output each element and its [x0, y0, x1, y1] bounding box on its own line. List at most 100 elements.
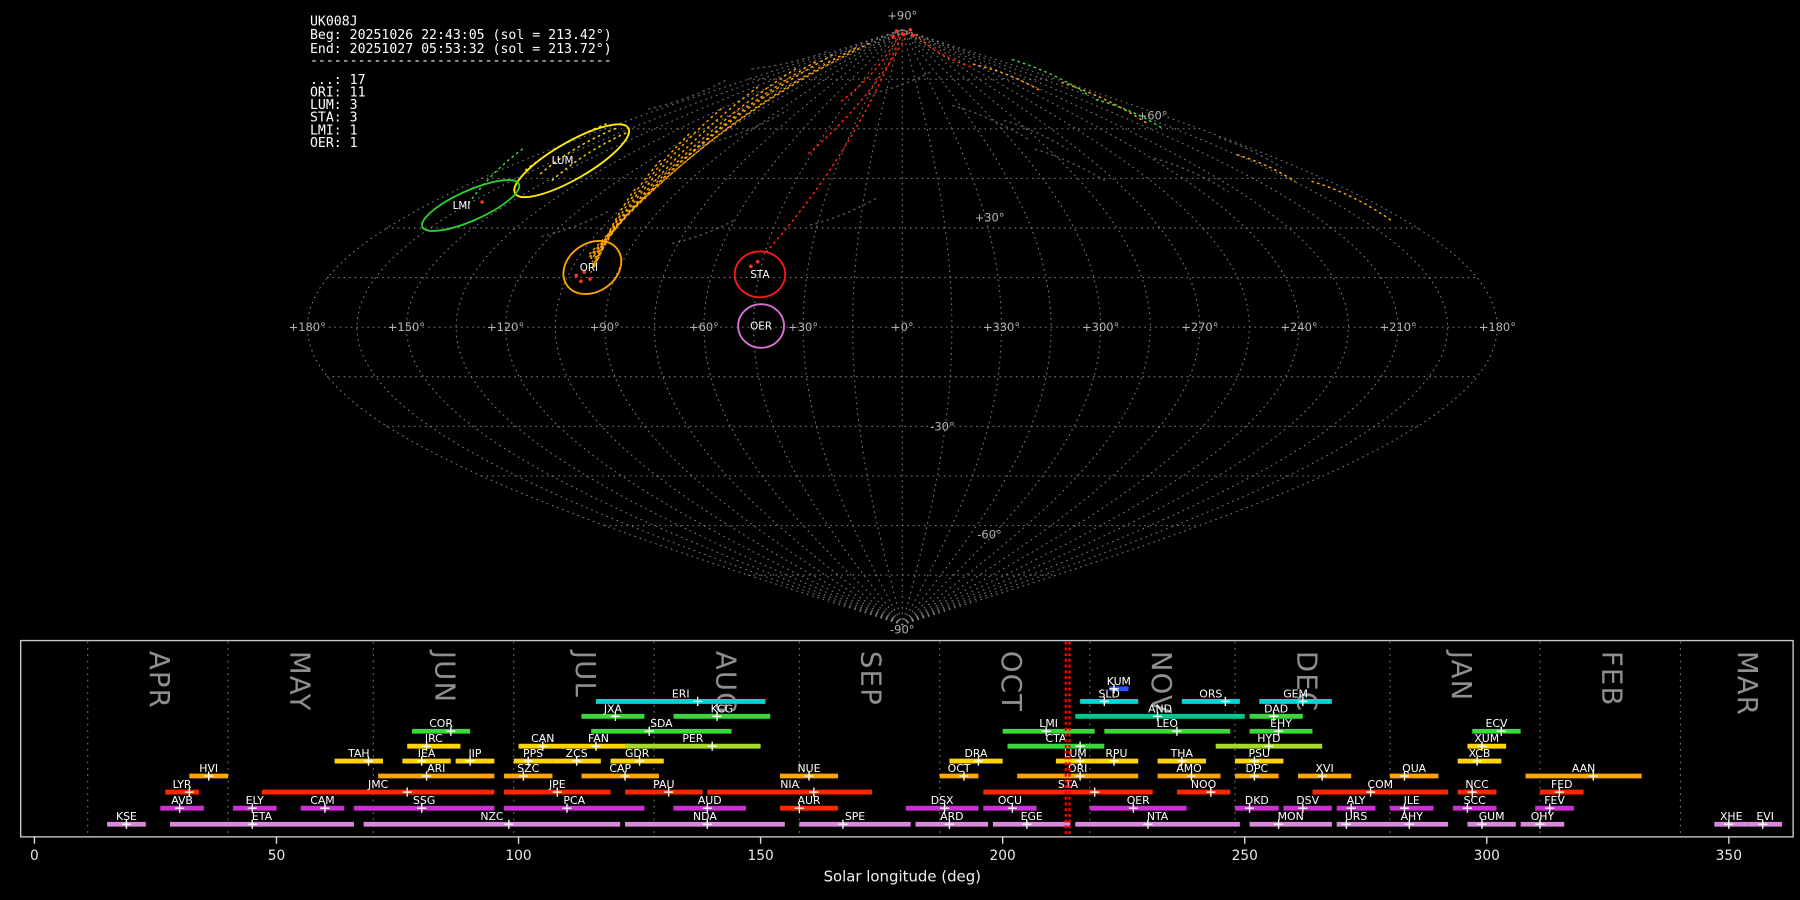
shower-label-dkd: DKD: [1245, 794, 1269, 807]
meteor-point: [755, 259, 760, 264]
shower-label-ecv: ECV: [1485, 717, 1507, 730]
x-axis-tick-label: 350: [1716, 848, 1742, 864]
radiant-label-lmi: LMI: [453, 200, 471, 212]
shower-label-and: AND: [1148, 702, 1172, 715]
shower-label-ocu: OCU: [998, 794, 1022, 807]
meteor-trail: [764, 31, 904, 254]
grid-latitude-label: +30°: [975, 211, 1005, 225]
meteor-trail: [1061, 81, 1149, 125]
shower-label-nta: NTA: [1147, 810, 1169, 823]
month-label-may: MAY: [283, 651, 315, 712]
meteor-point: [579, 279, 583, 284]
radiant-label-lum: LUM: [552, 155, 574, 167]
grid-latitude-label: -30°: [930, 419, 954, 433]
shower-label-dad: DAD: [1264, 702, 1288, 715]
grid-longitude-label: +120°: [487, 320, 524, 334]
x-axis-title: Solar longitude (deg): [824, 868, 981, 886]
shower-label-xcb: XCB: [1469, 747, 1491, 760]
shower-label-lum: LUM: [1064, 747, 1087, 760]
meteor-point: [588, 277, 592, 281]
shower-label-dsx: DSX: [931, 794, 954, 807]
meteor-point: [901, 32, 906, 37]
shower-label-leo: LEO: [1156, 717, 1178, 730]
meteor-trail: [671, 218, 737, 245]
shower-label-dsv: DSV: [1296, 794, 1319, 807]
meteor-trail: [1003, 119, 1069, 150]
shower-label-gdr: GDR: [625, 747, 650, 760]
grid-longitude-label: +240°: [1280, 320, 1317, 334]
shower-label-fed: FED: [1551, 778, 1573, 791]
shower-count-list: ...: 17ORI: 11LUM: 3STA: 3LMI: 1OER: 1: [310, 73, 366, 151]
radiant-label-oer: OER: [750, 320, 772, 332]
shower-label-amo: AMO: [1176, 762, 1201, 775]
shower-label-dra: DRA: [965, 747, 989, 760]
shower-label-ncc: NCC: [1465, 778, 1489, 791]
meteor-trail: [806, 32, 909, 156]
meteor-trail: [588, 42, 870, 256]
shower-label-nia: NIA: [780, 778, 799, 791]
radiant-label-sta: STA: [750, 269, 769, 281]
grid-latitude-label: -90°: [890, 623, 914, 637]
shower-label-ari: ARI: [427, 762, 445, 775]
grid-longitude-label: +180°: [1479, 320, 1516, 334]
activity-timeline: APR MAY JUN JUL AUG SEP OCT NOV DEC JAN FEB MARKUME…: [19, 639, 1794, 864]
header-info: UK008J Beg: 20251026 22:43:05 (sol = 213…: [310, 14, 612, 151]
shower-label-szc: SZC: [517, 762, 539, 775]
shower-label-aly: ALY: [1347, 794, 1366, 807]
meteor-trail: [868, 70, 933, 95]
sky-map: +180° +150° +120° +90° +60° +30° +0° +330° +300°…: [289, 9, 1516, 637]
grid-longitude-label: +330°: [983, 320, 1020, 334]
shower-label-aur: AUR: [798, 794, 821, 807]
shower-label-ely: ELY: [246, 794, 265, 807]
shower-label-psu: PSU: [1249, 747, 1270, 760]
shower-label-eri: ERI: [672, 687, 690, 700]
meteor-point: [908, 28, 913, 32]
month-label-apr: APR: [143, 651, 175, 709]
shower-label-oct: OCT: [948, 762, 971, 775]
shower-label-ege: EGE: [1021, 810, 1043, 823]
grid-latitude-label: +90°: [887, 9, 917, 23]
meteor-point: [480, 200, 484, 204]
shower-label-per: PER: [682, 732, 703, 745]
grid-longitude-label: +30°: [788, 320, 818, 334]
shower-label-noo: NOO: [1191, 778, 1216, 791]
shower-label-iea: IEA: [418, 747, 436, 760]
month-label-oct: OCT: [995, 651, 1027, 712]
meteor-trail: [914, 33, 971, 68]
meteor-point: [910, 33, 915, 38]
shower-label-dpc: DPC: [1246, 762, 1269, 775]
count-oer: OER: 1: [310, 136, 358, 151]
shower-label-ile: ILE: [1404, 794, 1420, 807]
shower-label-xum: XUM: [1474, 732, 1499, 745]
shower-label-ori: ORI: [1068, 762, 1087, 775]
shower-label-tah: TAH: [347, 747, 369, 760]
meteor-trail: [1311, 180, 1393, 222]
shower-label-gem: GEM: [1283, 687, 1308, 700]
meteor-point: [894, 29, 899, 33]
session-begin: Beg: 20251026 22:43:05 (sol = 213.42°): [310, 28, 612, 43]
shower-label-nzc: NZC: [480, 810, 504, 823]
shower-label-ors: ORS: [1199, 687, 1222, 700]
grid-longitude-label: +0°: [891, 320, 914, 334]
shower-label-kum: KUM: [1107, 675, 1131, 688]
shower-label-urs: URS: [1345, 810, 1368, 823]
shower-label-cor: COR: [429, 717, 453, 730]
meteor-trail: [589, 54, 834, 258]
shower-label-nda: NDA: [693, 810, 717, 823]
shower-label-evi: EVI: [1756, 810, 1774, 823]
month-label-jan: JAN: [1445, 649, 1477, 702]
shower-label-sda: SDA: [650, 717, 673, 730]
shower-label-xvi: XVI: [1316, 762, 1334, 775]
shower-label-aan: AAN: [1572, 762, 1595, 775]
shower-label-ssg: SSG: [413, 794, 435, 807]
shower-label-rpu: RPU: [1105, 747, 1127, 760]
x-axis-tick-label: 100: [505, 848, 531, 864]
shower-label-ehy: EHY: [1270, 717, 1292, 730]
meteor-trail: [1154, 157, 1230, 193]
x-axis-tick-label: 300: [1474, 848, 1500, 864]
meteor-trail: [541, 209, 612, 238]
x-axis-tick-label: 50: [268, 848, 286, 864]
shower-label-qua: QUA: [1402, 762, 1427, 775]
radiant-label-ori: ORI: [580, 262, 598, 274]
radiant-map-app: +180° +150° +120° +90° +60° +30° +0° +330° +300°…: [0, 0, 1800, 900]
